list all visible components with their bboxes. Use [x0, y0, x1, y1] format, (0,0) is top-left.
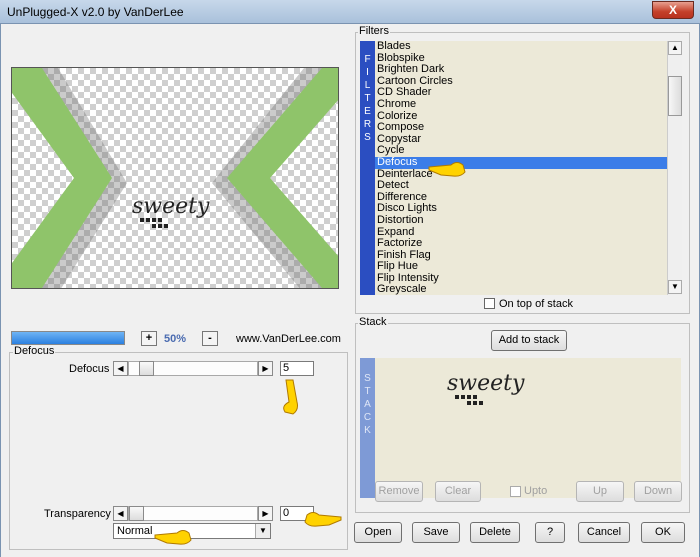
chevron-down-icon[interactable]: ▼	[255, 524, 270, 538]
list-item[interactable]: Finish Flag	[375, 249, 667, 262]
stack-thumb-text: sweety	[447, 371, 525, 396]
stack-side-bar: S T A C K	[360, 358, 375, 498]
stack-side-letter: S	[364, 373, 371, 384]
filters-side-letter: I	[366, 67, 369, 78]
filters-side-letter: E	[364, 106, 371, 117]
transparency-increase-button[interactable]: ▶	[258, 506, 273, 521]
pointing-hand-icon	[154, 530, 192, 545]
ok-button[interactable]: OK	[641, 522, 685, 543]
filters-scrollbar[interactable]: ▲ ▼	[667, 41, 682, 295]
pointing-hand-icon	[283, 379, 298, 415]
defocus-slider-thumb[interactable]	[139, 361, 154, 376]
stack-list[interactable]: sweety	[375, 358, 681, 498]
scrollbar-thumb[interactable]	[668, 76, 682, 116]
preview-canvas: sweety	[11, 67, 339, 289]
window-title: UnPlugged-X v2.0 by VanDerLee	[7, 5, 184, 19]
filters-side-bar: F I L T E R S	[360, 41, 375, 295]
defocus-decrease-button[interactable]: ◀	[113, 361, 128, 376]
pointing-hand-icon	[304, 512, 342, 527]
list-item[interactable]: Distortion	[375, 214, 667, 227]
progress-bar	[11, 331, 125, 345]
on-top-checkbox[interactable]	[484, 298, 495, 309]
list-item[interactable]: Greyscale	[375, 284, 667, 295]
preview-watermark: sweety	[132, 194, 210, 219]
stack-side-letter: C	[363, 412, 372, 423]
website-link[interactable]: www.VanDerLee.com	[236, 333, 341, 345]
defocus-legend: Defocus	[13, 345, 56, 357]
filters-side-letter: F	[364, 54, 371, 65]
stack-side-letter: A	[364, 399, 371, 410]
down-button[interactable]: Down	[634, 481, 682, 502]
stack-side-letter: K	[364, 425, 371, 436]
pointing-hand-icon	[428, 162, 466, 177]
defocus-slider[interactable]	[128, 361, 258, 376]
on-top-label: On top of stack	[499, 298, 573, 310]
delete-button[interactable]: Delete	[470, 522, 520, 543]
list-item[interactable]: Blades	[375, 41, 667, 53]
scroll-down-icon[interactable]: ▼	[668, 280, 682, 294]
list-item[interactable]: CD Shader	[375, 87, 667, 99]
list-item[interactable]: Copystar	[375, 133, 667, 146]
plugin-window: sweety + 50% - www.VanDerLee.com Defocus…	[0, 24, 700, 557]
close-button[interactable]: X	[652, 1, 694, 19]
filters-legend: Filters	[358, 25, 390, 37]
transparency-slider[interactable]	[128, 506, 258, 521]
title-bar: UnPlugged-X v2.0 by VanDerLee X	[0, 0, 700, 24]
defocus-increase-button[interactable]: ▶	[258, 361, 273, 376]
transparency-decrease-button[interactable]: ◀	[113, 506, 128, 521]
upto-checkbox[interactable]	[510, 486, 521, 497]
stack-side-letter: T	[364, 386, 371, 397]
help-button[interactable]: ?	[535, 522, 565, 543]
preview-image: sweety	[12, 68, 338, 288]
filters-list[interactable]: Blades Blobspike Brighten Dark Cartoon C…	[375, 41, 667, 295]
list-item[interactable]: Cycle	[375, 145, 667, 157]
filters-side-letter: R	[363, 119, 372, 130]
scroll-up-icon[interactable]: ▲	[668, 41, 682, 55]
up-button[interactable]: Up	[576, 481, 624, 502]
add-to-stack-button[interactable]: Add to stack	[491, 330, 567, 351]
defocus-value-field[interactable]: 5	[280, 361, 314, 376]
list-item[interactable]: Deinterlace	[375, 168, 667, 181]
remove-button[interactable]: Remove	[375, 481, 423, 502]
filters-side-letter: T	[364, 93, 371, 104]
stack-thumbnail: sweety	[447, 371, 525, 405]
filters-side-letter: S	[364, 132, 371, 143]
clear-button[interactable]: Clear	[435, 481, 481, 502]
blend-mode-value: Normal	[117, 525, 153, 537]
zoom-level: 50%	[164, 333, 187, 345]
transparency-label: Transparency	[44, 508, 111, 520]
stack-legend: Stack	[358, 316, 388, 328]
defocus-param-label: Defocus	[69, 363, 110, 375]
transparency-slider-thumb[interactable]	[129, 506, 144, 521]
zoom-in-button[interactable]: +	[141, 331, 157, 346]
open-button[interactable]: Open	[354, 522, 402, 543]
list-item-selected[interactable]: Defocus	[375, 156, 667, 169]
upto-label: Upto	[524, 485, 548, 497]
progress-fill	[12, 332, 124, 344]
filters-side-letter: L	[364, 80, 371, 91]
list-item[interactable]: Detect	[375, 180, 667, 192]
save-button[interactable]: Save	[412, 522, 460, 543]
list-item[interactable]: Chrome	[375, 98, 667, 111]
list-item[interactable]: Factorize	[375, 237, 667, 250]
zoom-out-button[interactable]: -	[202, 331, 218, 346]
cancel-button[interactable]: Cancel	[578, 522, 630, 543]
list-item[interactable]: Compose	[375, 122, 667, 134]
